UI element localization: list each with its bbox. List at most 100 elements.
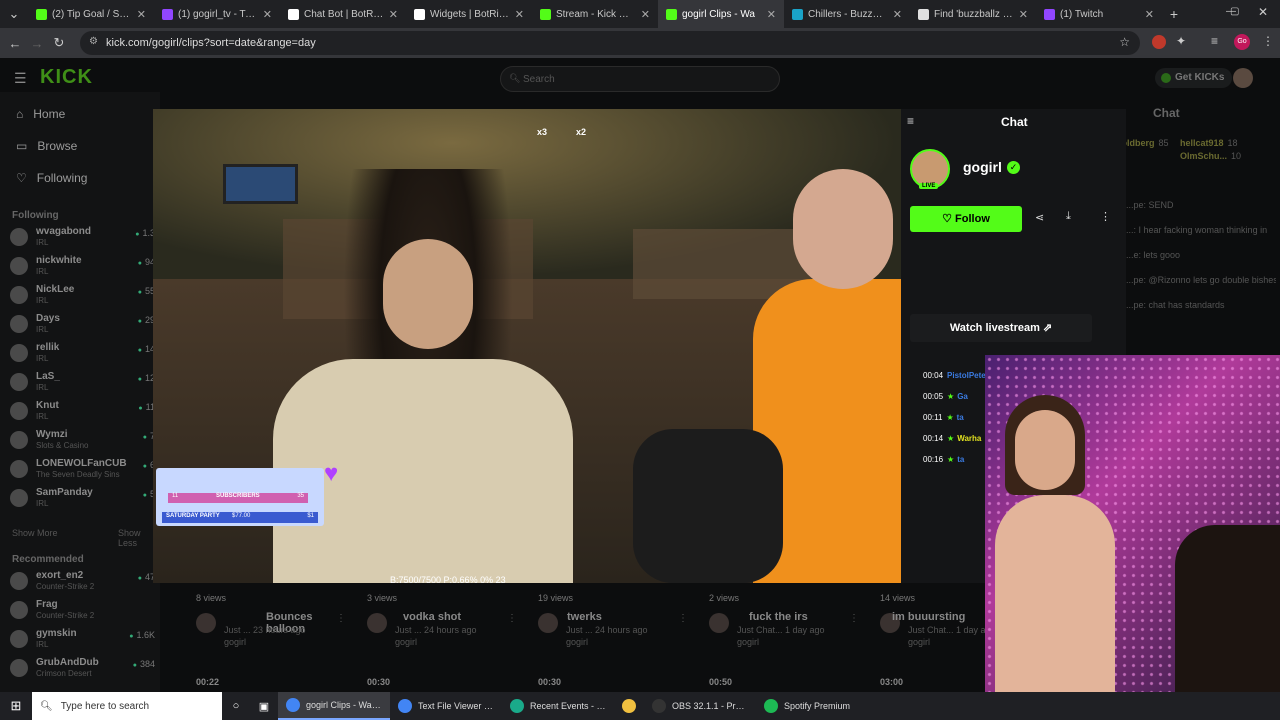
recommended-channel[interactable]: GrubAndDubCrimson Desert 384 [10, 657, 155, 685]
clip-card[interactable]: 19 views twerks Just ... 24 hours ago gogir… [532, 593, 692, 653]
clip-video-player[interactable]: x3 x2 11 SUBSCRIBERS 35 SATURDAY PARTY $… [153, 109, 901, 583]
clip-more-icon[interactable]: ⋮ [336, 613, 346, 624]
new-tab-button[interactable]: + [1162, 6, 1186, 22]
browser-menu-icon[interactable]: ⋮ [1262, 34, 1274, 48]
window-maximize-button[interactable]: ▢ [1230, 6, 1239, 17]
streamer-name[interactable]: gogirl [963, 159, 1002, 175]
browser-tab[interactable]: (1) gogirl_tv - Twitch ✕ [154, 0, 280, 28]
hamburger-menu-icon[interactable]: ☰ [14, 70, 27, 87]
task-view-icon[interactable]: ▣ [250, 700, 278, 713]
nav-browse[interactable]: ▭ Browse [16, 139, 77, 153]
taskbar-app[interactable]: Recent Events - Go... [502, 692, 614, 720]
taskbar-app[interactable]: Text File Viewer - G... [390, 692, 502, 720]
nav-following[interactable]: ♡ Following [16, 171, 87, 185]
chat-message: 00:04 PistolPete [923, 371, 986, 380]
forward-icon[interactable]: → [26, 36, 48, 51]
chat-username[interactable]: Ga [957, 392, 968, 401]
taskbar-app[interactable] [614, 692, 644, 720]
clip-card[interactable]: 3 views vodka shot Just ... 24 hours ago go… [361, 593, 521, 653]
tab-close-icon[interactable]: ✕ [389, 8, 398, 21]
chat-username[interactable]: ta [957, 413, 964, 422]
following-channel[interactable]: DaysIRL29 [10, 313, 155, 341]
browser-tab[interactable]: (1) Twitch ✕ [1036, 0, 1162, 28]
back-icon[interactable]: ← [4, 36, 26, 51]
follow-button[interactable]: ♡ Follow [910, 206, 1022, 232]
profile-avatar[interactable]: Go [1234, 34, 1250, 50]
show-more-link[interactable]: Show More [12, 528, 58, 538]
recommended-channel[interactable]: Frag Counter-Strike 2 [10, 599, 155, 627]
browser-tab[interactable]: Find 'buzzballz cocks ✕ [910, 0, 1036, 28]
taskbar-app[interactable]: OBS 32.1.1 - Profile:... [644, 692, 756, 720]
chat-username[interactable]: PistolPete [947, 371, 986, 380]
clip-author[interactable]: gogirl [908, 637, 930, 647]
tab-close-icon[interactable]: ✕ [893, 8, 902, 21]
clip-more-icon[interactable]: ⋮ [849, 613, 859, 624]
recommended-channel[interactable]: gymskinIRL 1.6K [10, 628, 155, 656]
window-close-button[interactable]: ✕ [1258, 5, 1268, 19]
clip-more-icon[interactable]: ⋮ [678, 613, 688, 624]
tab-list-chevron-icon[interactable]: ⌄ [0, 6, 28, 22]
reload-icon[interactable]: ↻ [48, 35, 70, 51]
clip-more-icon[interactable]: ⋮ [507, 613, 517, 624]
clip-title[interactable]: fuck the irs [749, 611, 808, 623]
chat-username[interactable]: OlmSchu... [1180, 151, 1227, 161]
search-input[interactable]: 🔍︎ Search [500, 66, 780, 92]
kick-logo[interactable]: KICK [40, 66, 93, 89]
share-icon[interactable]: ⋖ [1035, 211, 1044, 224]
tab-close-icon[interactable]: ✕ [137, 8, 146, 21]
clip-title[interactable]: twerks [567, 611, 602, 623]
chat-timestamp: 00:04 [923, 371, 944, 380]
url-field[interactable]: ⚙ kick.com/gogirl/clips?sort=date&range=… [80, 31, 1140, 55]
taskbar-app[interactable]: Spotify Premium [756, 692, 868, 720]
browser-tab[interactable]: Widgets | BotRix — C ✕ [406, 0, 532, 28]
clip-author[interactable]: gogirl [395, 637, 417, 647]
following-channel[interactable]: SamPandayIRL5 [10, 487, 155, 515]
clip-author[interactable]: gogirl [737, 637, 759, 647]
taskbar-app[interactable]: gogirl Clips - Watc... [278, 692, 390, 720]
following-channel[interactable]: LONEWOLFanCUBThe Seven Deadly Sins6 [10, 458, 155, 486]
get-kicks-button[interactable]: Get KICKs [1155, 68, 1233, 88]
browser-tab[interactable]: gogirl Clips - Wa ✕ [658, 0, 784, 28]
browser-tab[interactable]: (2) Tip Goal / Streamla ✕ [28, 0, 154, 28]
clip-card[interactable]: 8 views Bounces balloon Just ... 23 hours … [190, 593, 350, 653]
clip-author[interactable]: gogirl [224, 637, 246, 647]
tab-close-icon[interactable]: ✕ [263, 8, 272, 21]
browser-tab[interactable]: Chat Bot | BotRix — C ✕ [280, 0, 406, 28]
clip-title[interactable]: vodka shot [403, 611, 461, 623]
clip-author[interactable]: gogirl [566, 637, 588, 647]
following-channel[interactable]: WymziSlots & Casino7 [10, 429, 155, 457]
tab-close-icon[interactable]: ✕ [641, 8, 650, 21]
puzzle-icon[interactable]: ✦ [1176, 34, 1186, 48]
chat-username[interactable]: hellcat918 [1180, 138, 1224, 148]
clip-title[interactable]: im buuursting [892, 611, 965, 623]
windows-start-icon[interactable]: ⊞ [0, 698, 32, 714]
nav-home[interactable]: ⌂ Home [16, 107, 65, 121]
clip-card[interactable]: 2 views fuck the irs Just Chat... 1 day ag… [703, 593, 863, 653]
bookmark-star-icon[interactable]: ☆ [1119, 35, 1130, 49]
following-channel[interactable]: KnutIRL11 [10, 400, 155, 428]
following-channel[interactable]: rellikIRL14 [10, 342, 155, 370]
user-avatar[interactable] [1233, 68, 1253, 88]
browser-tab[interactable]: Chillers - Buzzballz ✕ [784, 0, 910, 28]
watch-livestream-button[interactable]: Watch livestream ⇗ [910, 314, 1092, 342]
cortana-icon[interactable]: ○ [222, 700, 250, 712]
tab-close-icon[interactable]: ✕ [767, 8, 776, 21]
following-channel[interactable]: LaS_IRL12 [10, 371, 155, 399]
following-channel[interactable]: nickwhiteIRL94 [10, 255, 155, 283]
chat-username[interactable]: Warha [957, 434, 981, 443]
site-info-icon[interactable]: ⚙ [89, 36, 98, 47]
tab-close-icon[interactable]: ✕ [1019, 8, 1028, 21]
recommended-channel[interactable]: exort_en2Counter-Strike 247 [10, 570, 155, 598]
download-icon[interactable]: ⤓ [1066, 210, 1071, 223]
chat-username[interactable]: ta [957, 455, 964, 464]
browser-tab[interactable]: Stream - Kick Dashbo ✕ [532, 0, 658, 28]
taskbar-search-input[interactable]: 🔍︎ Type here to search [32, 692, 222, 720]
following-channel[interactable]: wvagabondIRL1.3 [10, 226, 155, 254]
more-options-icon[interactable]: ⋮ [1100, 210, 1111, 223]
tab-close-icon[interactable]: ✕ [1145, 8, 1154, 21]
media-control-icon[interactable]: ≡ [1211, 34, 1218, 48]
extension-icon[interactable] [1152, 35, 1166, 49]
following-channel[interactable]: NickLeeIRL55 [10, 284, 155, 312]
tab-close-icon[interactable]: ✕ [515, 8, 524, 21]
collapse-panel-icon[interactable]: ≡ [907, 114, 914, 128]
